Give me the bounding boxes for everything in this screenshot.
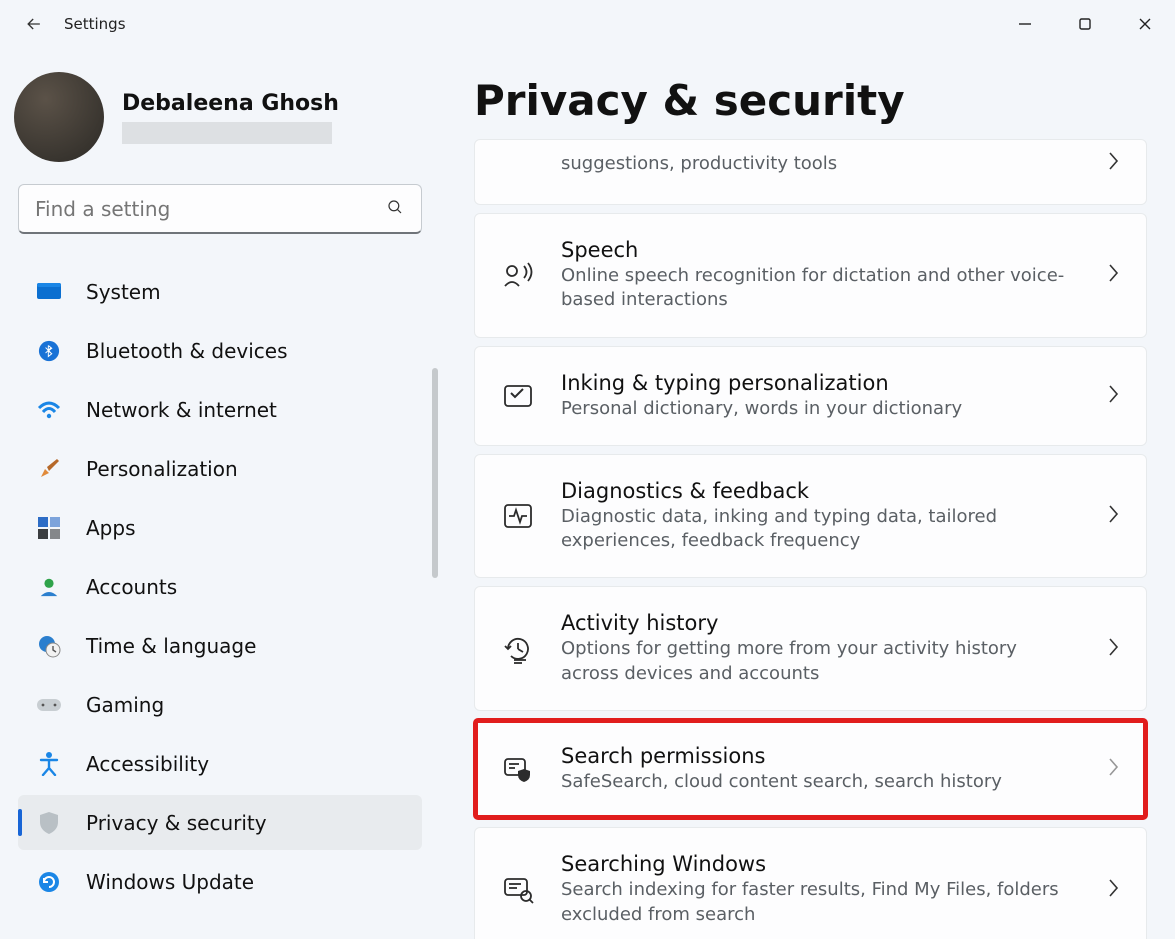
window-controls: [995, 4, 1175, 44]
accessibility-icon: [36, 751, 62, 777]
close-button[interactable]: [1115, 4, 1175, 44]
chevron-right-icon: [1106, 150, 1120, 176]
globe-clock-icon: [36, 633, 62, 659]
card-title: Search permissions: [561, 744, 1080, 768]
sidebar-item-label: Gaming: [86, 693, 164, 717]
sidebar-item-label: Bluetooth & devices: [86, 339, 288, 363]
settings-card-list: suggestions, productivity tools Speech O…: [474, 139, 1147, 939]
page-title: Privacy & security: [474, 76, 1147, 125]
card-title: Activity history: [561, 611, 1080, 635]
card-diagnostics[interactable]: Diagnostics & feedback Diagnostic data, …: [474, 454, 1147, 579]
card-sub: Personal dictionary, words in your dicti…: [561, 397, 1080, 421]
chevron-right-icon: [1106, 636, 1120, 662]
scrollbar[interactable]: [432, 368, 438, 578]
sidebar-item-update[interactable]: Windows Update: [18, 854, 422, 909]
sidebar-item-label: System: [86, 280, 161, 304]
chevron-right-icon: [1106, 756, 1120, 782]
card-sub: Search indexing for faster results, Find…: [561, 878, 1080, 927]
card-general-partial[interactable]: suggestions, productivity tools: [474, 139, 1147, 205]
card-activity-history[interactable]: Activity history Options for getting mor…: [474, 586, 1147, 711]
main-content: Privacy & security suggestions, producti…: [438, 48, 1175, 939]
card-sub: Diagnostic data, inking and typing data,…: [561, 505, 1080, 554]
app-title: Settings: [64, 15, 126, 33]
sidebar-item-accessibility[interactable]: Accessibility: [18, 736, 422, 791]
card-sub: Options for getting more from your activ…: [561, 637, 1080, 686]
wifi-icon: [36, 397, 62, 423]
history-icon: [501, 632, 535, 666]
search-wrap: [14, 184, 426, 234]
sidebar-item-label: Network & internet: [86, 398, 277, 422]
card-sub: SafeSearch, cloud content search, search…: [561, 770, 1080, 794]
nav: System Bluetooth & devices Network & int…: [14, 262, 426, 911]
keyboard-check-icon: [501, 379, 535, 413]
sidebar-item-bluetooth[interactable]: Bluetooth & devices: [18, 323, 422, 378]
sidebar-item-time[interactable]: Time & language: [18, 618, 422, 673]
bluetooth-icon: [36, 338, 62, 364]
maximize-icon: [1078, 17, 1092, 31]
card-searching-windows[interactable]: Searching Windows Search indexing for fa…: [474, 827, 1147, 939]
sidebar-item-label: Accounts: [86, 575, 177, 599]
close-icon: [1138, 17, 1152, 31]
activity-icon: [501, 499, 535, 533]
sidebar-item-label: Windows Update: [86, 870, 254, 894]
sidebar-item-apps[interactable]: Apps: [18, 500, 422, 555]
sidebar-item-label: Personalization: [86, 457, 238, 481]
sidebar-item-label: Apps: [86, 516, 136, 540]
minimize-button[interactable]: [995, 4, 1055, 44]
sidebar-item-network[interactable]: Network & internet: [18, 382, 422, 437]
sidebar-item-privacy[interactable]: Privacy & security: [18, 795, 422, 850]
chevron-right-icon: [1106, 262, 1120, 288]
profile-name: Debaleena Ghosh: [122, 91, 339, 116]
chevron-right-icon: [1106, 383, 1120, 409]
card-sub: suggestions, productivity tools: [561, 152, 1080, 176]
card-title: Inking & typing personalization: [561, 371, 1080, 395]
avatar: [14, 72, 104, 162]
chevron-right-icon: [1106, 877, 1120, 903]
card-speech[interactable]: Speech Online speech recognition for dic…: [474, 213, 1147, 338]
card-title: Diagnostics & feedback: [561, 479, 1080, 503]
sidebar-item-personalization[interactable]: Personalization: [18, 441, 422, 496]
card-sub: Online speech recognition for dictation …: [561, 264, 1080, 313]
sidebar-item-system[interactable]: System: [18, 264, 422, 319]
minimize-icon: [1018, 17, 1032, 31]
sidebar-item-label: Time & language: [86, 634, 256, 658]
gamepad-icon: [36, 692, 62, 718]
back-button[interactable]: [18, 8, 50, 40]
sidebar-item-label: Accessibility: [86, 752, 209, 776]
update-icon: [36, 869, 62, 895]
person-icon: [36, 574, 62, 600]
speech-icon: [501, 258, 535, 292]
apps-icon: [36, 515, 62, 541]
sidebar-item-label: Privacy & security: [86, 811, 267, 835]
paintbrush-icon: [36, 456, 62, 482]
chevron-right-icon: [1106, 503, 1120, 529]
monitor-icon: [36, 279, 62, 305]
card-inking[interactable]: Inking & typing personalization Personal…: [474, 346, 1147, 446]
card-title: Searching Windows: [561, 852, 1080, 876]
shield-icon: [36, 810, 62, 836]
card-title: Speech: [561, 238, 1080, 262]
profile-email: [122, 122, 332, 144]
sidebar-item-accounts[interactable]: Accounts: [18, 559, 422, 614]
search-list-icon: [501, 873, 535, 907]
search-icon: [386, 198, 404, 220]
profile-block[interactable]: Debaleena Ghosh: [14, 66, 426, 184]
search-shield-icon: [501, 752, 535, 786]
sidebar-item-gaming[interactable]: Gaming: [18, 677, 422, 732]
card-search-permissions[interactable]: Search permissions SafeSearch, cloud con…: [474, 719, 1147, 819]
maximize-button[interactable]: [1055, 4, 1115, 44]
sidebar: Debaleena Ghosh System Bluetooth & devic…: [0, 48, 438, 939]
arrow-left-icon: [24, 14, 44, 34]
search-input[interactable]: [18, 184, 422, 234]
titlebar: Settings: [0, 0, 1175, 48]
blank-icon: [501, 146, 535, 180]
